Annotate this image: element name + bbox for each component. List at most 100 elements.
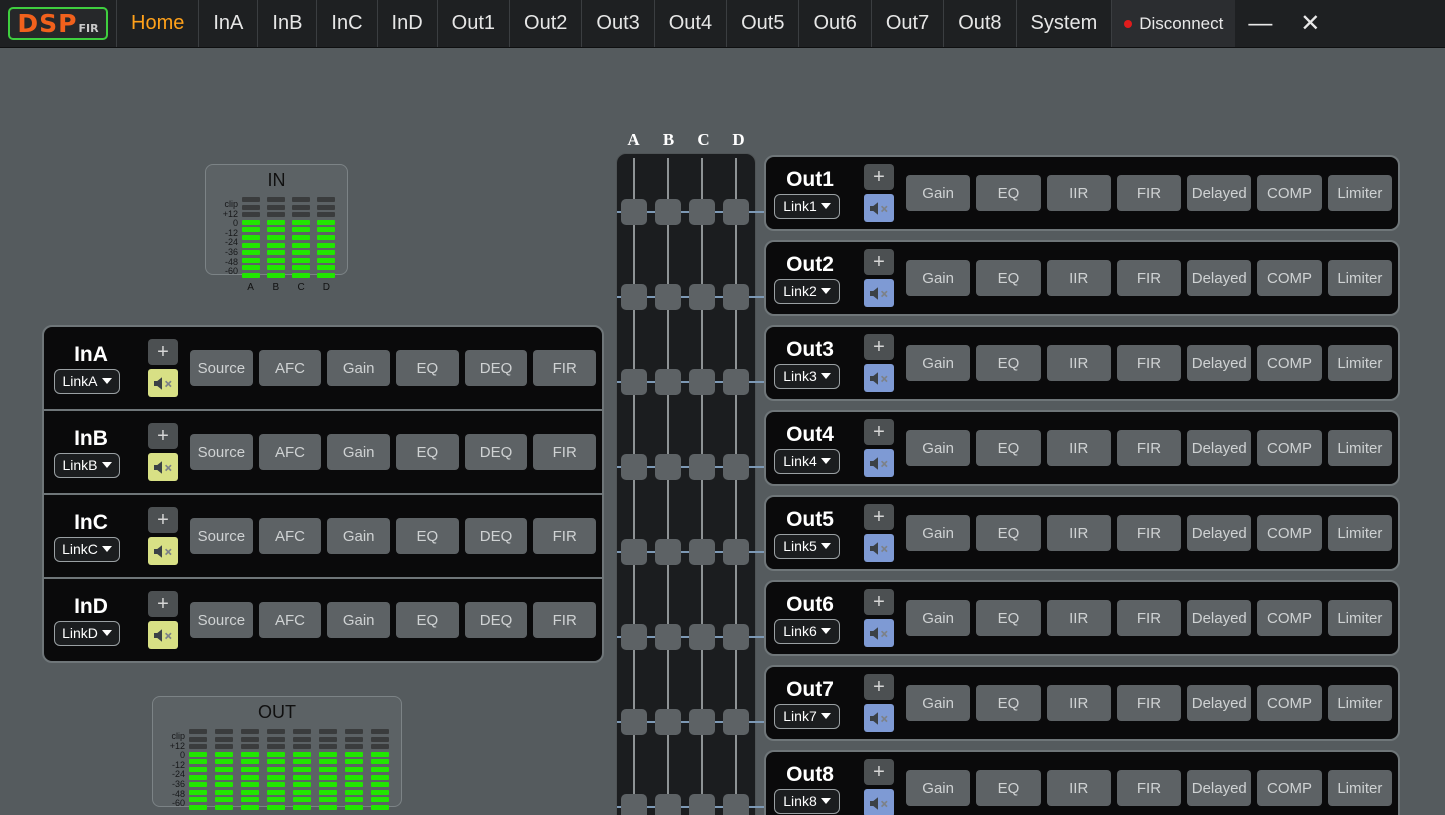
output-mute-button[interactable] [864,789,894,815]
matrix-cell-c-1[interactable] [689,199,715,225]
tab-out6[interactable]: Out6 [798,0,870,47]
output-mute-button[interactable] [864,704,894,732]
output-limiter-button[interactable]: Limiter [1328,685,1392,721]
output-link-select-link5[interactable]: Link5 [774,534,840,559]
output-delayed-button[interactable]: Delayed [1187,260,1251,296]
input-link-select-linka[interactable]: LinkA [54,369,120,394]
output-eq-button[interactable]: EQ [976,430,1040,466]
close-button[interactable]: ✕ [1285,0,1335,47]
output-add-button[interactable]: + [864,334,894,360]
input-afc-button[interactable]: AFC [259,602,322,638]
matrix-cell-c-2[interactable] [689,284,715,310]
input-gain-button[interactable]: Gain [327,434,390,470]
output-link-select-link1[interactable]: Link1 [774,194,840,219]
matrix-cell-a-7[interactable] [621,709,647,735]
input-mute-button[interactable] [148,537,178,565]
matrix-cell-a-3[interactable] [621,369,647,395]
output-link-select-link3[interactable]: Link3 [774,364,840,389]
output-iir-button[interactable]: IIR [1047,770,1111,806]
output-iir-button[interactable]: IIR [1047,345,1111,381]
output-iir-button[interactable]: IIR [1047,600,1111,636]
output-link-select-link8[interactable]: Link8 [774,789,840,814]
input-add-button[interactable]: + [148,423,178,449]
input-gain-button[interactable]: Gain [327,518,390,554]
matrix-cell-c-4[interactable] [689,454,715,480]
matrix-cell-b-1[interactable] [655,199,681,225]
input-add-button[interactable]: + [148,339,178,365]
output-fir-button[interactable]: FIR [1117,430,1181,466]
output-link-select-link2[interactable]: Link2 [774,279,840,304]
output-comp-button[interactable]: COMP [1257,260,1321,296]
tab-ina[interactable]: InA [198,0,257,47]
output-gain-button[interactable]: Gain [906,685,970,721]
input-mute-button[interactable] [148,369,178,397]
output-delayed-button[interactable]: Delayed [1187,600,1251,636]
input-eq-button[interactable]: EQ [396,350,459,386]
minimize-button[interactable]: — [1235,0,1285,47]
input-fir-button[interactable]: FIR [533,602,596,638]
matrix-cell-d-7[interactable] [723,709,749,735]
output-eq-button[interactable]: EQ [976,685,1040,721]
input-eq-button[interactable]: EQ [396,518,459,554]
output-add-button[interactable]: + [864,589,894,615]
output-comp-button[interactable]: COMP [1257,685,1321,721]
input-source-button[interactable]: Source [190,518,253,554]
output-comp-button[interactable]: COMP [1257,770,1321,806]
output-limiter-button[interactable]: Limiter [1328,600,1392,636]
output-mute-button[interactable] [864,364,894,392]
output-mute-button[interactable] [864,194,894,222]
output-fir-button[interactable]: FIR [1117,600,1181,636]
matrix-cell-d-6[interactable] [723,624,749,650]
output-mute-button[interactable] [864,534,894,562]
output-fir-button[interactable]: FIR [1117,685,1181,721]
output-fir-button[interactable]: FIR [1117,345,1181,381]
output-gain-button[interactable]: Gain [906,260,970,296]
output-add-button[interactable]: + [864,759,894,785]
matrix-cell-d-2[interactable] [723,284,749,310]
tab-inb[interactable]: InB [257,0,316,47]
input-link-select-linkc[interactable]: LinkC [54,537,120,562]
output-limiter-button[interactable]: Limiter [1328,770,1392,806]
output-limiter-button[interactable]: Limiter [1328,515,1392,551]
tab-out8[interactable]: Out8 [943,0,1015,47]
output-fir-button[interactable]: FIR [1117,515,1181,551]
tab-out2[interactable]: Out2 [509,0,581,47]
output-fir-button[interactable]: FIR [1117,260,1181,296]
tab-system[interactable]: System [1016,0,1112,47]
matrix-cell-a-6[interactable] [621,624,647,650]
output-gain-button[interactable]: Gain [906,515,970,551]
matrix-cell-c-3[interactable] [689,369,715,395]
output-delayed-button[interactable]: Delayed [1187,770,1251,806]
output-link-select-link6[interactable]: Link6 [774,619,840,644]
output-gain-button[interactable]: Gain [906,770,970,806]
matrix-cell-b-5[interactable] [655,539,681,565]
output-iir-button[interactable]: IIR [1047,685,1111,721]
output-eq-button[interactable]: EQ [976,175,1040,211]
output-limiter-button[interactable]: Limiter [1328,430,1392,466]
input-fir-button[interactable]: FIR [533,434,596,470]
tab-home[interactable]: Home [116,0,198,47]
output-eq-button[interactable]: EQ [976,260,1040,296]
tab-out5[interactable]: Out5 [726,0,798,47]
output-delayed-button[interactable]: Delayed [1187,515,1251,551]
tab-out1[interactable]: Out1 [437,0,509,47]
output-comp-button[interactable]: COMP [1257,430,1321,466]
output-link-select-link7[interactable]: Link7 [774,704,840,729]
input-add-button[interactable]: + [148,507,178,533]
output-eq-button[interactable]: EQ [976,345,1040,381]
input-afc-button[interactable]: AFC [259,518,322,554]
matrix-cell-a-5[interactable] [621,539,647,565]
output-limiter-button[interactable]: Limiter [1328,260,1392,296]
output-mute-button[interactable] [864,449,894,477]
output-limiter-button[interactable]: Limiter [1328,345,1392,381]
output-eq-button[interactable]: EQ [976,515,1040,551]
input-link-select-linkd[interactable]: LinkD [54,621,120,646]
output-delayed-button[interactable]: Delayed [1187,175,1251,211]
input-add-button[interactable]: + [148,591,178,617]
output-iir-button[interactable]: IIR [1047,430,1111,466]
output-gain-button[interactable]: Gain [906,430,970,466]
tab-out3[interactable]: Out3 [581,0,653,47]
matrix-cell-c-5[interactable] [689,539,715,565]
input-fir-button[interactable]: FIR [533,518,596,554]
matrix-cell-b-7[interactable] [655,709,681,735]
